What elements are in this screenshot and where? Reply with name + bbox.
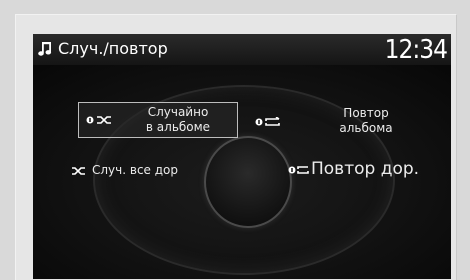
navigation-screen: Случ./повтор 12:34 Случайно в альбоме По… [33, 34, 451, 279]
track-repeat-option[interactable]: Повтор дор. [288, 158, 448, 182]
repeat-one-icon [255, 117, 283, 127]
album-shuffle-label-line1: Случайно [147, 105, 209, 119]
repeat-track-icon [288, 165, 310, 175]
album-shuffle-label-line2: в альбоме [145, 120, 211, 134]
album-repeat-label-line2: альбома [339, 121, 393, 135]
screen-title: Случ./повтор [58, 39, 168, 58]
shuffle-all-icon [71, 166, 87, 176]
music-note-icon [38, 41, 52, 57]
header-bar: Случ./повтор 12:34 [33, 34, 451, 65]
clock: 12:34 [384, 35, 448, 65]
selector-dial-area: Случайно в альбоме Повтор альбома Случ. … [33, 65, 451, 279]
album-shuffle-label: Случайно в альбоме [123, 105, 233, 135]
selector-knob[interactable] [204, 136, 292, 228]
album-repeat-label: Повтор альбома [321, 106, 411, 136]
track-repeat-label: Повтор дор. [311, 159, 420, 179]
all-shuffle-label: Случ. все дор [92, 163, 178, 177]
album-repeat-label-line1: Повтор [343, 106, 389, 120]
album-repeat-option[interactable]: Повтор альбома [253, 106, 433, 143]
album-shuffle-option[interactable]: Случайно в альбоме [78, 102, 238, 138]
shuffle-one-icon [86, 115, 114, 125]
all-shuffle-option[interactable]: Случ. все дор [71, 162, 221, 182]
